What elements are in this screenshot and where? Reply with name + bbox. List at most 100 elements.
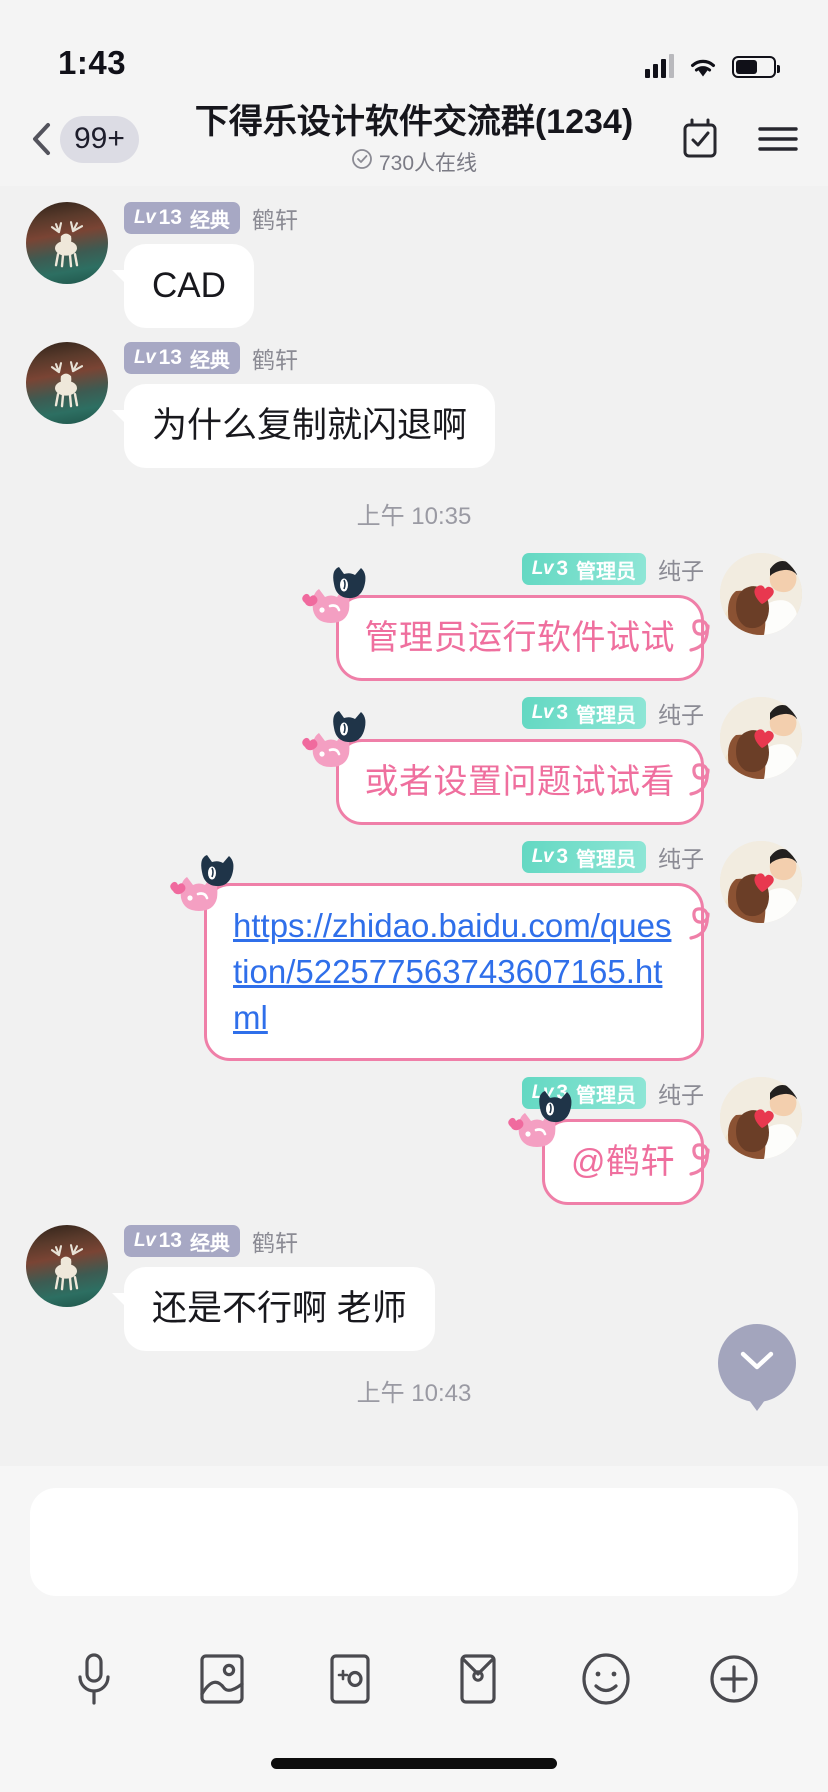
message-text: @鹤轩 <box>570 1143 675 1181</box>
badge-level-number: 3 <box>556 845 568 868</box>
badge-lv-label: Lv <box>531 702 554 723</box>
input-dock <box>0 1466 828 1792</box>
scroll-to-bottom-button[interactable] <box>718 1324 796 1402</box>
message-bubble[interactable]: 或者设置问题试试看 <box>301 711 710 825</box>
status-time: 1:43 <box>58 44 127 81</box>
level-badge: Lv 13 经典 <box>124 342 240 374</box>
message-meta: Lv 3 管理员 纯子 <box>521 697 704 729</box>
sticker-icon[interactable] <box>308 1637 392 1721</box>
message-link[interactable]: https://zhidao.baidu.com/question/522577… <box>233 903 675 1041</box>
checklist-icon[interactable] <box>678 117 722 161</box>
avatar[interactable] <box>26 202 108 284</box>
message-row: Lv 13 经典 鹤轩 还是不行啊 老师 <box>0 1225 828 1351</box>
sender-name: 鹤轩 <box>251 1230 298 1256</box>
home-indicator <box>30 1734 798 1792</box>
message-row: Lv 13 经典 鹤轩 CAD <box>0 202 828 328</box>
status-bar: 1:43 <box>0 0 828 92</box>
wifi-icon <box>688 55 718 78</box>
sender-name: 纯子 <box>658 702 704 728</box>
unread-badge[interactable]: 99+ <box>60 115 139 163</box>
message-meta: Lv 13 经典 鹤轩 <box>124 202 298 234</box>
chat-screen: 1:43 99+ 下得乐设计软件交流群(1234) 730人在线 Lv 13 经… <box>0 0 828 1792</box>
level-badge: Lv 3 管理员 <box>521 841 646 873</box>
badge-level-number: 13 <box>158 346 182 369</box>
message-bubble[interactable]: 管理员运行软件试试 <box>301 567 710 681</box>
time-divider: 上午 10:43 <box>356 1380 472 1407</box>
badge-lv-label: Lv <box>134 1230 156 1251</box>
badge-level-number: 13 <box>158 1229 182 1252</box>
message-row: Lv 13 经典 鹤轩 为什么复制就闪退啊 <box>0 342 828 468</box>
badge-level-number: 3 <box>556 701 568 724</box>
message-meta: Lv 3 管理员 纯子 <box>521 1077 704 1109</box>
message-row: Lv 3 管理员 纯子 <box>0 697 828 825</box>
clock-check-icon <box>351 148 373 176</box>
badge-title: 经典 <box>189 209 230 232</box>
message-row: Lv 3 管理员 纯子 <box>0 1077 828 1205</box>
message-meta: Lv 3 管理员 纯子 <box>521 841 704 873</box>
badge-level-number: 3 <box>556 557 568 580</box>
avatar[interactable] <box>26 1225 108 1307</box>
message-bubble[interactable]: 为什么复制就闪退啊 <box>111 384 496 468</box>
time-divider: 上午 10:35 <box>356 503 472 530</box>
input-toolbar <box>30 1596 798 1734</box>
red-envelope-icon[interactable] <box>436 1637 520 1721</box>
message-bubble[interactable]: https://zhidao.baidu.com/question/522577… <box>170 855 710 1061</box>
level-badge: Lv 3 管理员 <box>521 553 646 585</box>
message-row: Lv 3 管理员 纯子 <box>0 841 828 1061</box>
avatar[interactable] <box>26 342 108 424</box>
microphone-icon[interactable] <box>52 1637 136 1721</box>
message-text: 管理员运行软件试试 <box>364 619 675 657</box>
avatar[interactable] <box>720 553 802 635</box>
badge-title: 管理员 <box>576 704 636 727</box>
message-meta: Lv 13 经典 鹤轩 <box>124 1225 298 1257</box>
message-bubble[interactable]: CAD <box>112 244 254 328</box>
message-input[interactable] <box>30 1488 798 1596</box>
nav-actions <box>678 117 800 161</box>
battery-icon <box>732 56 780 78</box>
message-row: Lv 3 管理员 纯子 <box>0 553 828 681</box>
page-title: 下得乐设计软件交流群(1234) <box>194 103 634 141</box>
smiley-icon[interactable] <box>564 1637 648 1721</box>
plus-icon[interactable] <box>692 1637 776 1721</box>
status-indicators <box>645 54 780 82</box>
hamburger-menu-icon[interactable] <box>756 117 800 161</box>
avatar[interactable] <box>720 841 802 923</box>
level-badge: Lv 13 经典 <box>124 202 240 234</box>
avatar[interactable] <box>720 1077 802 1159</box>
avatar[interactable] <box>720 697 802 779</box>
badge-level-number: 13 <box>158 206 182 229</box>
badge-level-number: 3 <box>556 1081 568 1104</box>
level-badge: Lv 3 管理员 <box>521 1077 646 1109</box>
chevron-down-icon <box>739 1350 775 1377</box>
message-bubble[interactable]: 还是不行啊 老师 <box>112 1267 435 1351</box>
message-meta: Lv 3 管理员 纯子 <box>521 553 704 585</box>
badge-title: 管理员 <box>576 560 636 583</box>
badge-title: 经典 <box>189 1232 230 1255</box>
image-icon[interactable] <box>180 1637 264 1721</box>
sender-name: 纯子 <box>658 846 704 872</box>
badge-title: 管理员 <box>576 1084 636 1107</box>
level-badge: Lv 3 管理员 <box>521 697 646 729</box>
sender-name: 鹤轩 <box>251 347 298 373</box>
badge-lv-label: Lv <box>531 1082 554 1103</box>
sender-name: 纯子 <box>658 1082 704 1108</box>
badge-lv-label: Lv <box>531 846 554 867</box>
online-status: 730人在线 <box>351 147 477 177</box>
back-area[interactable]: 99+ <box>26 115 139 163</box>
badge-title: 经典 <box>189 349 230 372</box>
message-list[interactable]: Lv 13 经典 鹤轩 CAD Lv 13 经典 鹤轩 为什么复制就闪退啊 上午… <box>0 186 828 1466</box>
sender-name: 鹤轩 <box>251 207 298 233</box>
chevron-left-icon[interactable] <box>26 122 56 156</box>
message-text: 或者设置问题试试看 <box>364 763 675 801</box>
cellular-signal-icon <box>645 54 674 78</box>
online-count-label: 730人在线 <box>378 152 478 175</box>
sender-name: 纯子 <box>658 558 704 584</box>
badge-lv-label: Lv <box>134 207 156 228</box>
message-meta: Lv 13 经典 鹤轩 <box>124 342 298 374</box>
nav-bar: 99+ 下得乐设计软件交流群(1234) 730人在线 <box>0 92 828 186</box>
level-badge: Lv 13 经典 <box>124 1225 240 1257</box>
badge-title: 管理员 <box>576 848 636 871</box>
badge-lv-label: Lv <box>531 558 554 579</box>
badge-lv-label: Lv <box>134 347 156 368</box>
message-bubble[interactable]: @鹤轩 <box>508 1091 710 1205</box>
